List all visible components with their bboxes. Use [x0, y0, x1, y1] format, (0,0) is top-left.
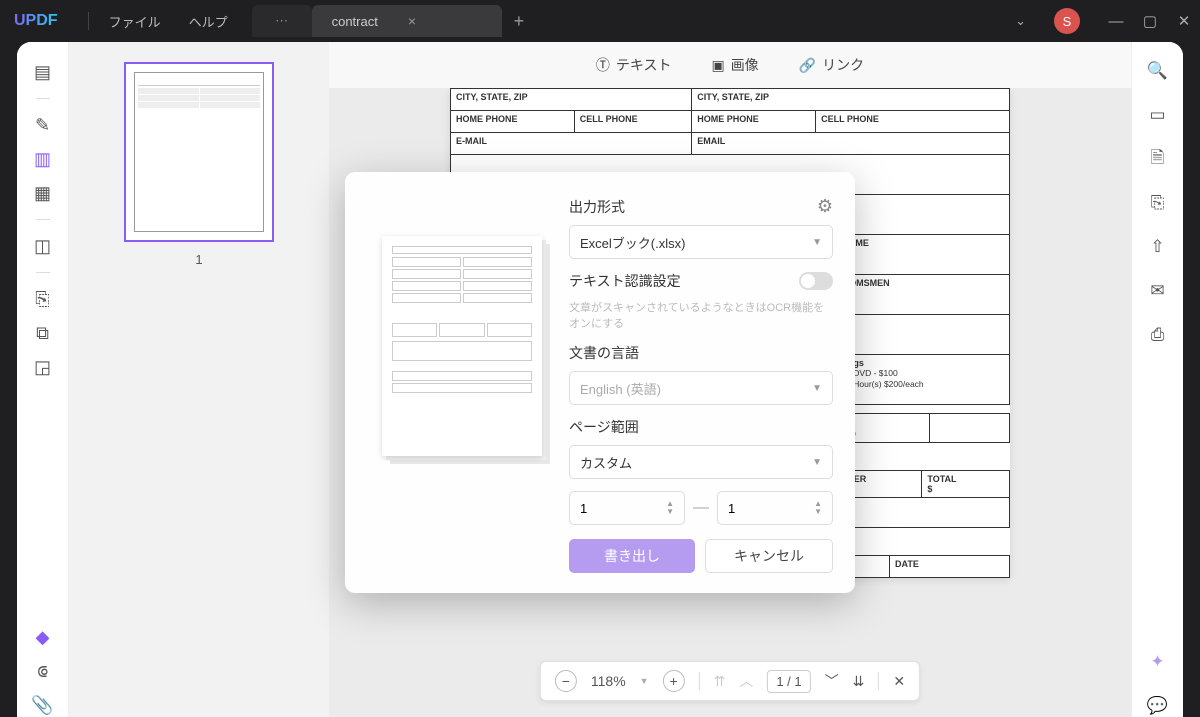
chevron-down-icon: ▼	[812, 237, 822, 248]
cancel-button[interactable]: キャンセル	[705, 539, 833, 573]
range-dash: —	[693, 499, 709, 517]
export-button[interactable]: 書き出し	[569, 539, 695, 573]
export-preview	[367, 196, 557, 573]
ocr-toggle[interactable]	[799, 272, 833, 290]
range-label: ページ範囲	[569, 417, 639, 437]
ocr-hint: 文章がスキャンされているようなときはOCR機能をオンにする	[569, 299, 833, 331]
range-to-input[interactable]: 1 ▲▼	[717, 491, 833, 525]
lang-label: 文書の言語	[569, 343, 639, 363]
spinner-icon[interactable]: ▲▼	[814, 500, 822, 516]
lang-select[interactable]: English (英語) ▼	[569, 371, 833, 405]
preview-page	[382, 236, 542, 456]
spinner-icon[interactable]: ▲▼	[666, 500, 674, 516]
gear-icon[interactable]: ⚙	[817, 196, 833, 217]
format-select[interactable]: Excelブック(.xlsx) ▼	[569, 225, 833, 259]
range-select[interactable]: カスタム ▼	[569, 445, 833, 479]
format-label: 出力形式	[569, 197, 625, 217]
ocr-label: テキスト認識設定	[569, 271, 681, 291]
chevron-down-icon: ▼	[812, 383, 822, 394]
format-value: Excelブック(.xlsx)	[580, 233, 685, 252]
lang-value: English (英語)	[580, 379, 661, 398]
range-value: カスタム	[580, 453, 632, 472]
export-dialog: 出力形式 ⚙ Excelブック(.xlsx) ▼ テキスト認識設定 文章がスキャ…	[345, 172, 855, 593]
chevron-down-icon: ▼	[812, 457, 822, 468]
range-from-input[interactable]: 1 ▲▼	[569, 491, 685, 525]
